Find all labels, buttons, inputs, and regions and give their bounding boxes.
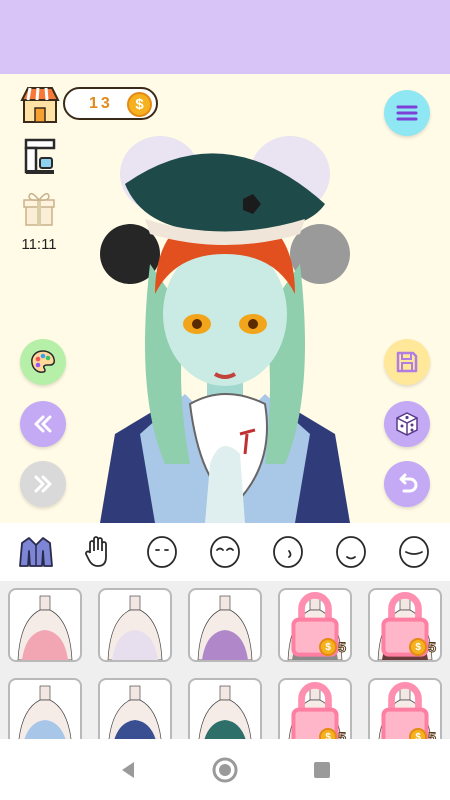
outfit-preview (108, 685, 162, 739)
category-tabs (0, 523, 450, 581)
coin-icon: $ (319, 728, 338, 739)
item-card[interactable] (98, 588, 172, 662)
dice-icon (396, 412, 418, 436)
item-card[interactable] (8, 588, 82, 662)
outfit-preview (17, 595, 73, 660)
price-tag: $5 (319, 728, 346, 739)
tab-expression[interactable] (389, 527, 439, 577)
nav-home-button[interactable] (205, 750, 245, 790)
hamburger-icon (396, 105, 418, 121)
system-nav-bar (0, 739, 450, 800)
tab-outfit[interactable] (11, 527, 61, 577)
item-grid: $5 $5 $5 $5 (0, 581, 450, 739)
item-card[interactable]: $5 (278, 678, 352, 739)
coin-icon: $ (319, 638, 338, 656)
item-card[interactable] (8, 678, 82, 739)
randomize-button[interactable] (384, 401, 430, 447)
nav-back-button[interactable] (108, 750, 148, 790)
tab-face-shape[interactable] (137, 527, 187, 577)
floppy-disk-icon (396, 351, 418, 373)
price-tag: $5 (409, 638, 436, 656)
character-stage: 13 $ 11:11 (0, 74, 450, 523)
jacket-icon (18, 537, 53, 567)
undo-button[interactable] (384, 461, 430, 507)
outfit-preview (197, 595, 253, 660)
tab-hand[interactable] (74, 527, 124, 577)
double-chevron-right-icon (34, 475, 52, 493)
tab-nose[interactable] (263, 527, 313, 577)
sad-face-icon (399, 536, 430, 568)
recents-square-icon (313, 761, 330, 778)
coffee-machine-icon[interactable] (20, 136, 60, 176)
item-card[interactable] (188, 588, 262, 662)
item-card[interactable]: $5 (368, 678, 442, 739)
top-banner (0, 0, 450, 74)
smile-face-icon (210, 536, 240, 568)
back-triangle-icon (122, 761, 135, 778)
nav-recents-button[interactable] (302, 750, 342, 790)
hand-icon (84, 536, 107, 567)
item-card[interactable]: $5 (368, 588, 442, 662)
coin-balance: 13 $ (63, 87, 158, 120)
gift-icon[interactable] (22, 189, 56, 227)
item-price: 5 (428, 639, 437, 656)
coin-icon: $ (409, 728, 428, 739)
outfit-preview (198, 685, 252, 739)
character-avatar (100, 136, 350, 523)
undo-icon (399, 473, 418, 493)
face-icon (146, 536, 177, 568)
price-tag: $5 (319, 638, 346, 656)
item-card[interactable] (98, 678, 172, 739)
palette-icon (31, 350, 55, 373)
forward-button[interactable] (20, 461, 66, 507)
mouth-face-icon (336, 536, 367, 568)
item-card[interactable]: $5 (278, 588, 352, 662)
color-palette-button[interactable] (20, 339, 66, 385)
save-button[interactable] (384, 339, 430, 385)
item-price: 5 (338, 639, 347, 656)
double-chevron-left-icon (34, 415, 52, 433)
item-price: 5 (338, 729, 347, 740)
tab-eyes[interactable] (200, 527, 250, 577)
outfit-preview (107, 595, 163, 660)
home-circle-icon (212, 757, 238, 782)
menu-button[interactable] (384, 90, 430, 136)
coin-count: 13 (89, 94, 113, 112)
gift-timer: 11:11 (21, 236, 57, 253)
shop-icon[interactable] (20, 84, 60, 124)
coin-icon: $ (127, 92, 152, 117)
price-tag: $5 (409, 728, 436, 739)
coin-icon: $ (409, 638, 428, 656)
item-card[interactable] (188, 678, 262, 739)
item-price: 5 (428, 729, 437, 740)
rewind-button[interactable] (20, 401, 66, 447)
side-face-icon (273, 536, 304, 568)
outfit-preview (18, 685, 72, 739)
tab-mouth[interactable] (326, 527, 376, 577)
